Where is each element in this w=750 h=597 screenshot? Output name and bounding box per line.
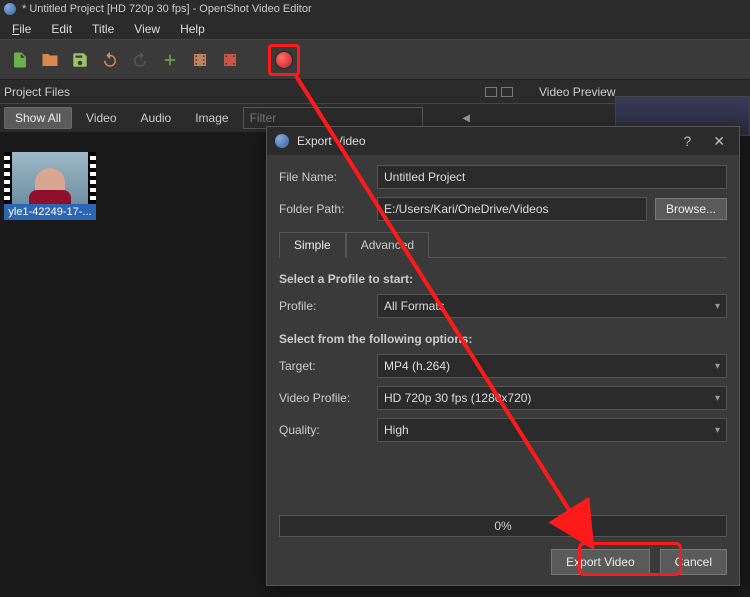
tab-advanced[interactable]: Advanced xyxy=(346,232,429,258)
choose-profile-icon[interactable] xyxy=(190,50,210,70)
menu-help[interactable]: Help xyxy=(170,20,215,38)
quality-dropdown[interactable]: High ▾ xyxy=(377,418,727,442)
menu-title[interactable]: Title xyxy=(82,20,124,38)
export-tabs: Simple Advanced xyxy=(279,231,727,258)
window-titlebar: * Untitled Project [HD 720p 30 fps] - Op… xyxy=(0,0,750,18)
menu-edit[interactable]: Edit xyxy=(41,20,82,38)
export-video-dialog: Export Video ? ✕ File Name: Folder Path:… xyxy=(266,126,740,586)
section-options-header: Select from the following options: xyxy=(279,332,727,346)
thumbnail-caption: yle1-42249-17-... xyxy=(4,204,96,220)
file-name-label: File Name: xyxy=(279,170,377,184)
target-dropdown[interactable]: MP4 (h.264) ▾ xyxy=(377,354,727,378)
chevron-down-icon: ▾ xyxy=(715,361,720,372)
filter-video-tab[interactable]: Video xyxy=(76,108,126,128)
progress-text: 0% xyxy=(494,519,511,533)
video-profile-dropdown[interactable]: HD 720p 30 fps (1280x720) ▾ xyxy=(377,386,727,410)
target-label: Target: xyxy=(279,359,377,373)
app-logo-icon xyxy=(4,3,16,15)
record-icon xyxy=(276,52,292,68)
profile-dropdown[interactable]: All Formats ▾ xyxy=(377,294,727,318)
show-all-button[interactable]: Show All xyxy=(4,107,72,129)
window-title: * Untitled Project [HD 720p 30 fps] - Op… xyxy=(22,3,312,15)
profile-label: Profile: xyxy=(279,299,377,313)
menubar: File Edit Title View Help xyxy=(0,18,750,40)
main-toolbar xyxy=(0,40,750,80)
export-progress-bar: 0% xyxy=(279,515,727,537)
video-preview-pane-header: Video Preview xyxy=(525,85,616,99)
dialog-close-icon[interactable]: ✕ xyxy=(707,133,731,150)
media-thumbnail[interactable]: yle1-42249-17-... xyxy=(4,152,96,220)
chevron-down-icon: ▾ xyxy=(715,301,720,312)
menu-file[interactable]: File xyxy=(2,20,41,38)
quality-label: Quality: xyxy=(279,423,377,437)
folder-path-label: Folder Path: xyxy=(279,202,377,216)
video-profile-label: Video Profile: xyxy=(279,391,377,405)
section-profile-header: Select a Profile to start: xyxy=(279,272,727,286)
open-project-icon[interactable] xyxy=(40,50,60,70)
save-project-icon[interactable] xyxy=(70,50,90,70)
dialog-title: Export Video xyxy=(297,134,366,148)
browse-button[interactable]: Browse... xyxy=(655,198,727,220)
quality-value: High xyxy=(384,423,409,437)
project-files-pane-header: Project Files xyxy=(0,85,525,99)
filter-audio-tab[interactable]: Audio xyxy=(131,108,182,128)
pane-collapse-icon[interactable]: ◀ xyxy=(462,113,470,124)
pane-window-controls[interactable] xyxy=(485,87,513,97)
export-video-button[interactable]: Export Video xyxy=(551,549,650,575)
new-project-icon[interactable] xyxy=(10,50,30,70)
video-profile-value: HD 720p 30 fps (1280x720) xyxy=(384,391,531,405)
folder-path-input[interactable] xyxy=(377,197,647,221)
file-name-input[interactable] xyxy=(377,165,727,189)
target-value: MP4 (h.264) xyxy=(384,359,450,373)
chevron-down-icon: ▾ xyxy=(715,425,720,436)
fullscreen-icon[interactable] xyxy=(220,50,240,70)
cancel-button[interactable]: Cancel xyxy=(660,549,727,575)
menu-view[interactable]: View xyxy=(124,20,170,38)
thumbnail-image xyxy=(4,152,96,204)
undo-icon[interactable] xyxy=(100,50,120,70)
filter-image-tab[interactable]: Image xyxy=(185,108,238,128)
chevron-down-icon: ▾ xyxy=(715,393,720,404)
redo-icon[interactable] xyxy=(130,50,150,70)
dialog-titlebar: Export Video ? ✕ xyxy=(267,127,739,155)
dialog-help-icon[interactable]: ? xyxy=(675,133,699,149)
dialog-app-icon xyxy=(275,134,289,148)
profile-value: All Formats xyxy=(384,299,445,313)
tab-simple[interactable]: Simple xyxy=(279,232,346,258)
import-files-icon[interactable] xyxy=(160,50,180,70)
export-video-toolbar-button[interactable] xyxy=(274,50,294,70)
